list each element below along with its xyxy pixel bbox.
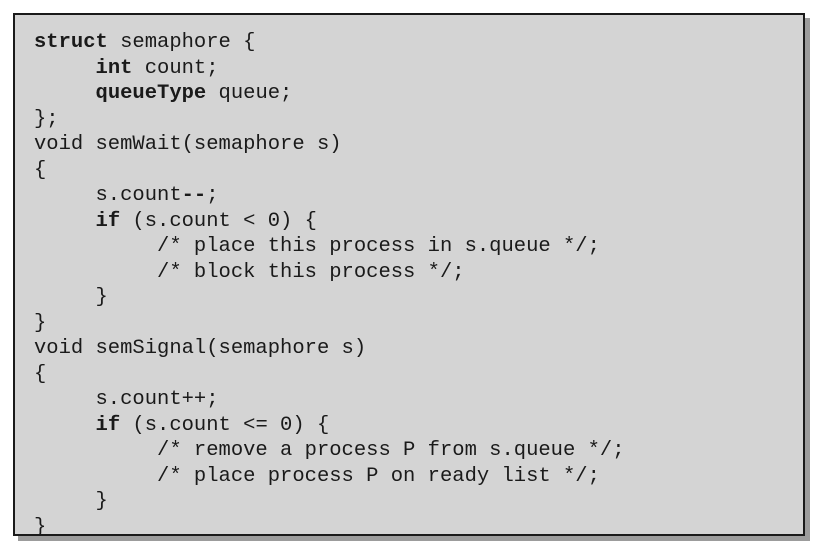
code-text: /* remove a process P from s.queue */; <box>34 439 625 462</box>
code-line: }; <box>34 107 625 133</box>
code-listing: struct semaphore { int count; queueType … <box>34 30 625 540</box>
code-text: } <box>34 286 108 309</box>
code-text: s.count <box>34 184 182 207</box>
code-text: /* block this process */; <box>34 260 465 284</box>
code-line: s.count++; <box>34 387 625 413</box>
code-text: } <box>34 311 47 335</box>
code-text: void semSignal(semaphore s) <box>34 337 367 360</box>
code-line: if (s.count <= 0) { <box>34 413 625 439</box>
code-line: void semWait(semaphore s) <box>34 132 625 158</box>
code-line: /* place process P on ready list */; <box>34 464 625 490</box>
code-keyword: if <box>95 413 121 437</box>
code-listing-box: struct semaphore { int count; queueType … <box>13 13 805 539</box>
code-line: /* remove a process P from s.queue */; <box>34 438 625 464</box>
code-text: } <box>34 490 108 513</box>
code-keyword: -- <box>181 184 207 207</box>
code-text: queue; <box>206 82 293 105</box>
code-text: semaphore { <box>107 31 256 54</box>
code-line: /* place this process in s.queue */; <box>34 234 625 260</box>
code-text: } <box>34 515 47 539</box>
code-line: void semSignal(semaphore s) <box>34 336 625 362</box>
code-line: { <box>34 158 625 184</box>
code-line: } <box>34 489 625 515</box>
code-text: count; <box>132 56 219 80</box>
code-text: { <box>34 362 47 386</box>
code-line: } <box>34 311 625 337</box>
code-line: struct semaphore { <box>34 30 625 56</box>
code-text: { <box>34 158 47 182</box>
code-line: { <box>34 362 625 388</box>
code-line: queueType queue; <box>34 81 625 107</box>
code-text: /* place process P on ready list */; <box>34 464 600 488</box>
code-keyword: struct <box>34 31 108 54</box>
code-keyword: queueType <box>95 82 207 105</box>
code-text: ; <box>206 184 219 207</box>
code-text: (s.count <= 0) { <box>120 413 330 437</box>
code-line: } <box>34 285 625 311</box>
code-text: void semWait(semaphore s) <box>34 133 342 156</box>
code-line: } <box>34 515 625 541</box>
code-line: int count; <box>34 56 625 82</box>
code-keyword: int <box>95 56 133 80</box>
code-text: }; <box>34 107 59 131</box>
code-line: if (s.count < 0) { <box>34 209 625 235</box>
code-line: /* block this process */; <box>34 260 625 286</box>
code-text: (s.count < 0) { <box>120 209 317 233</box>
code-text: /* place this process in s.queue */; <box>34 235 600 258</box>
code-keyword: if <box>95 209 121 233</box>
code-text: s.count++; <box>34 388 219 411</box>
code-line: s.count--; <box>34 183 625 209</box>
